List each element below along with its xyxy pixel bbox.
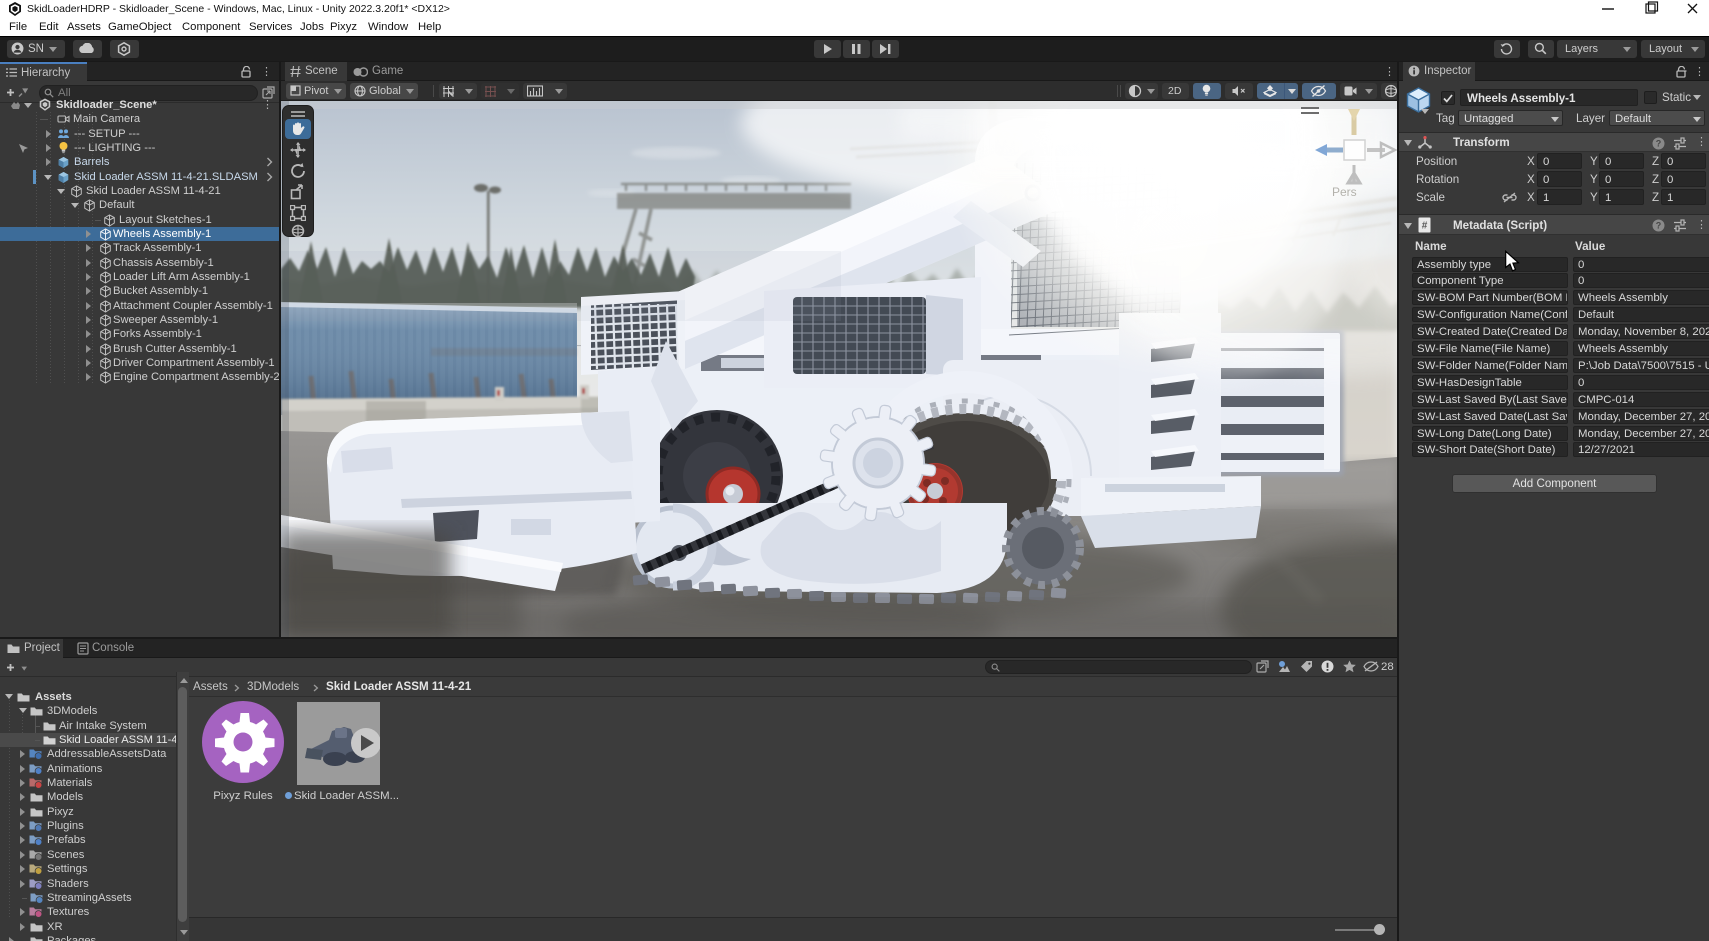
svg-text:?: ? [1656,139,1662,149]
svg-text:?: ? [1656,221,1662,231]
svg-text:#: # [1422,221,1428,232]
